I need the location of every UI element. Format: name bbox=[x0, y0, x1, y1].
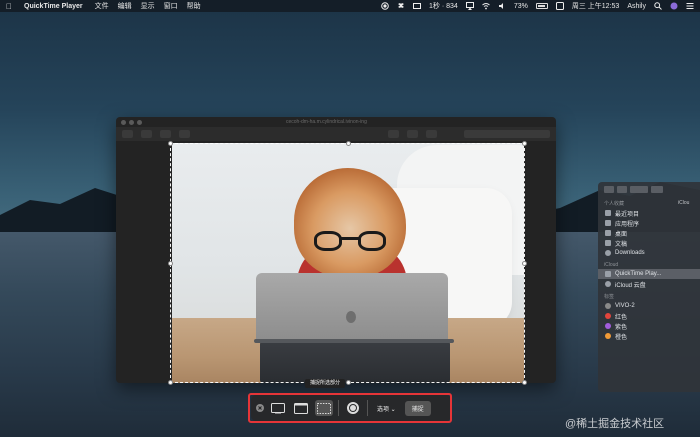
app-menu[interactable]: QuickTime Player bbox=[24, 3, 83, 10]
sidebar-item-desktop[interactable]: 桌面 bbox=[598, 228, 700, 238]
markup-button[interactable] bbox=[388, 130, 399, 138]
tag-dot-icon bbox=[605, 323, 611, 329]
sidebar-item-label: iCloud 云盘 bbox=[615, 282, 646, 289]
applications-icon bbox=[605, 220, 611, 226]
sidebar-item-label: 文稿 bbox=[615, 241, 628, 248]
recents-icon bbox=[605, 210, 611, 216]
desktop-icon bbox=[605, 230, 611, 236]
wifi-icon[interactable] bbox=[482, 2, 490, 10]
handle-bottom[interactable] bbox=[346, 380, 351, 385]
menu-help[interactable]: 帮助 bbox=[187, 1, 201, 11]
notification-center-icon[interactable] bbox=[686, 2, 694, 10]
sidebar-item-downloads[interactable]: Downloads bbox=[598, 248, 700, 258]
airplay-icon[interactable] bbox=[465, 2, 474, 10]
sidebar-tag-vivo[interactable]: VIVO-2 bbox=[598, 301, 700, 311]
sidebar-item-label: 最近项目 bbox=[615, 211, 640, 218]
handle-top-left[interactable] bbox=[168, 141, 173, 146]
handle-bottom-right[interactable] bbox=[522, 380, 527, 385]
rotate-button[interactable] bbox=[407, 130, 418, 138]
folder-icon bbox=[605, 271, 611, 277]
sidebar-item-label: QuickTime Play... bbox=[615, 271, 662, 277]
share-button[interactable] bbox=[179, 130, 190, 138]
minimize-window-button[interactable] bbox=[129, 119, 134, 125]
spotlight-icon[interactable] bbox=[654, 2, 662, 10]
clock[interactable]: 周三 上午12:53 bbox=[572, 1, 619, 11]
menu-edit[interactable]: 编辑 bbox=[118, 1, 132, 11]
dropbox-icon[interactable] bbox=[397, 2, 405, 10]
screen-record-icon[interactable] bbox=[413, 2, 422, 10]
tag-label: 橙色 bbox=[615, 334, 628, 341]
sidebar-item-recents[interactable]: 最近项目 bbox=[598, 208, 700, 218]
status-text: 1秒 · 834 bbox=[429, 3, 458, 10]
zoom-in-button[interactable] bbox=[160, 130, 171, 138]
icloud-drive-icon bbox=[605, 281, 611, 287]
tag-label: VIVO-2 bbox=[615, 303, 635, 309]
tag-dot-icon bbox=[605, 333, 611, 339]
sidebar-tag-purple[interactable]: 紫色 bbox=[598, 321, 700, 331]
sidebar-item-documents[interactable]: 文稿 bbox=[598, 238, 700, 248]
watermark: @稀土掘金技术社区 bbox=[565, 418, 665, 430]
sidebar-toggle-button[interactable] bbox=[122, 130, 133, 138]
sidebar-item-label: 应用程序 bbox=[615, 221, 640, 228]
window-toolbar bbox=[116, 127, 556, 141]
window-title: cecoh-dm-ha.m.cylindrical.ivinon-ing bbox=[286, 119, 367, 125]
menu-file[interactable]: 文件 bbox=[95, 1, 109, 11]
sidebar-item-applications[interactable]: 应用程序 bbox=[598, 218, 700, 228]
battery-icon[interactable] bbox=[535, 3, 548, 9]
tags-header: 标签 bbox=[604, 294, 615, 300]
info-button[interactable] bbox=[426, 130, 437, 138]
folder-action-button[interactable] bbox=[651, 185, 663, 193]
handle-bottom-left[interactable] bbox=[168, 380, 173, 385]
tag-dot-icon bbox=[605, 303, 611, 309]
zoom-window-button[interactable] bbox=[137, 119, 142, 125]
view-options-button[interactable] bbox=[630, 185, 648, 193]
close-window-button[interactable] bbox=[121, 119, 126, 125]
user-name[interactable]: Ashily bbox=[627, 3, 646, 10]
siri-icon[interactable] bbox=[670, 2, 678, 10]
menu-view[interactable]: 显示 bbox=[141, 1, 155, 11]
volume-icon[interactable] bbox=[498, 2, 506, 10]
record-status-icon[interactable] bbox=[381, 2, 389, 10]
column-header: iClou bbox=[678, 200, 690, 206]
handle-top[interactable] bbox=[346, 141, 351, 146]
sidebar-tag-red[interactable]: 红色 bbox=[598, 311, 700, 321]
sidebar-item-label: 桌面 bbox=[615, 231, 628, 238]
sidebar-item-label: Downloads bbox=[615, 250, 645, 256]
input-source-icon[interactable] bbox=[555, 2, 564, 10]
forward-button[interactable] bbox=[617, 185, 627, 193]
handle-top-right[interactable] bbox=[522, 141, 527, 146]
back-button[interactable] bbox=[604, 185, 614, 193]
finder-window[interactable]: 个人收藏 最近项目 应用程序 桌面 文稿 Downloads iCloud Qu… bbox=[598, 182, 700, 392]
selection-label: 捕捉所选部分 bbox=[305, 379, 346, 388]
menu-bar:  QuickTime Player 文件 编辑 显示 窗口 帮助 1秒 · 8… bbox=[0, 0, 700, 12]
tag-label: 红色 bbox=[615, 314, 628, 321]
window-titlebar: cecoh-dm-ha.m.cylindrical.ivinon-ing bbox=[116, 117, 556, 127]
tag-dot-icon bbox=[605, 313, 611, 319]
tag-label: 紫色 bbox=[615, 324, 628, 331]
finder-toolbar bbox=[598, 182, 700, 196]
capture-selection[interactable] bbox=[168, 141, 527, 385]
battery-percent: 73% bbox=[513, 2, 528, 10]
apple-icon[interactable]:  bbox=[6, 2, 12, 11]
search-field[interactable] bbox=[464, 130, 550, 138]
sidebar-item-quicktime-folder[interactable]: QuickTime Play... bbox=[598, 269, 700, 279]
documents-icon bbox=[605, 240, 611, 246]
highlight-outline bbox=[248, 393, 452, 423]
zoom-out-button[interactable] bbox=[141, 130, 152, 138]
downloads-icon bbox=[605, 250, 611, 256]
sidebar-item-icloud-drive[interactable]: iCloud 云盘 bbox=[598, 279, 700, 289]
handle-right[interactable] bbox=[522, 261, 527, 266]
menu-window[interactable]: 窗口 bbox=[164, 1, 178, 11]
icloud-header: iCloud bbox=[604, 262, 619, 268]
sidebar-tag-orange[interactable]: 橙色 bbox=[598, 331, 700, 341]
handle-left[interactable] bbox=[168, 261, 173, 266]
